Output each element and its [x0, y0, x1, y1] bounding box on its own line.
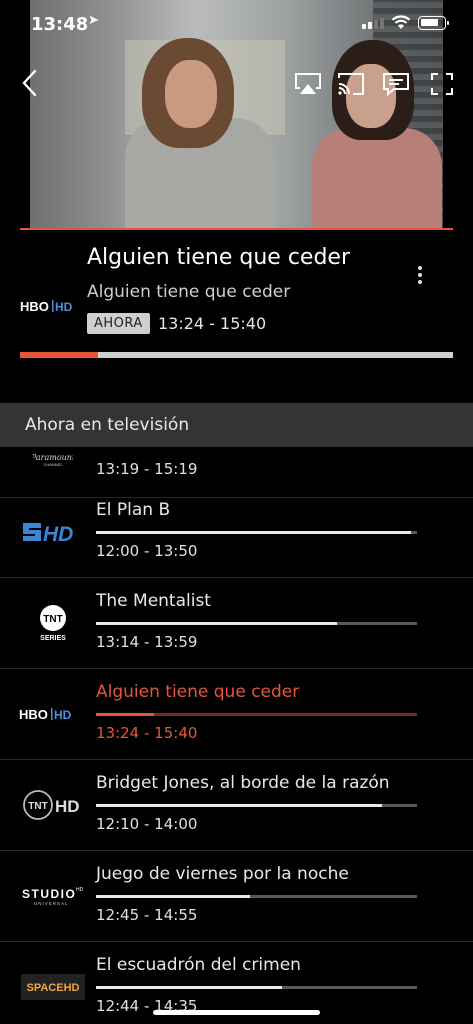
section-title: Ahora en televisión — [25, 415, 190, 435]
program-time: 13:19 - 15:19 — [96, 460, 198, 478]
now-playing-progress — [20, 352, 453, 358]
tnt-hd-logo: TNT HD — [23, 790, 80, 820]
video-progress-line — [20, 228, 453, 230]
program-time: 13:14 - 13:59 — [96, 633, 198, 651]
channel-logo-tnt-series: TNT SERIES — [18, 602, 88, 644]
channel-logo-shd: HD — [18, 511, 88, 553]
program-progress-fill — [96, 804, 382, 807]
program-time: 13:24 - 15:40 — [96, 724, 198, 742]
channel-logo-paramount: Paramount CHANNEL — [18, 447, 88, 481]
program-progress — [96, 713, 417, 716]
program-progress — [96, 895, 417, 898]
channel-row[interactable]: TNT HD Bridget Jones, al borde de la raz… — [0, 760, 473, 851]
cast-icon — [338, 73, 364, 95]
video-scene-person — [312, 128, 442, 230]
status-time: 13:48 — [31, 14, 89, 35]
channel-logo-studio-universal: STUDIO HD UNIVERSAL — [18, 875, 88, 917]
cellular-signal-icon — [362, 18, 384, 29]
channel-list[interactable]: Paramount CHANNEL 13:19 - 15:19 HD El Pl… — [0, 447, 473, 1024]
space-hd-logo: SPACEHD — [21, 974, 85, 1000]
svg-text:CHANNEL: CHANNEL — [43, 462, 63, 467]
svg-text:UNIVERSAL: UNIVERSAL — [34, 901, 69, 906]
program-title: Juego de viernes por la noche — [96, 864, 349, 884]
studio-universal-logo: STUDIO HD UNIVERSAL — [22, 887, 84, 906]
channel-row[interactable]: STUDIO HD UNIVERSAL Juego de viernes por… — [0, 851, 473, 942]
shd-logo: HD — [23, 523, 73, 545]
fullscreen-icon — [431, 73, 453, 95]
svg-text:SPACEHD: SPACEHD — [27, 982, 80, 994]
channel-logo-tnt-hd: TNT HD — [18, 784, 88, 826]
svg-text:HD: HD — [54, 708, 72, 721]
program-title: Bridget Jones, al borde de la razón — [96, 773, 390, 793]
subtitles-button[interactable] — [380, 70, 412, 98]
svg-text:HBO: HBO — [20, 299, 49, 313]
program-progress-fill — [96, 895, 251, 898]
program-progress — [96, 622, 417, 625]
program-title: Alguien tiene que ceder — [96, 682, 300, 702]
back-button[interactable] — [14, 66, 44, 100]
svg-text:TNT: TNT — [28, 801, 47, 812]
program-progress-fill — [96, 622, 337, 625]
hbo-hd-logo: HBO HD — [19, 707, 72, 721]
paramount-channel-logo: Paramount CHANNEL — [33, 453, 73, 467]
svg-text:Paramount: Paramount — [33, 453, 73, 462]
subtitles-icon — [383, 73, 409, 96]
location-icon: ➤ — [88, 13, 99, 28]
fullscreen-button[interactable] — [428, 70, 456, 98]
now-playing-progress-fill — [20, 352, 98, 358]
now-playing-channel-logo: HBO HD — [20, 296, 76, 316]
status-bar: 13:48 ➤ — [0, 0, 473, 48]
channel-logo-hbo-hd: HBO HD — [18, 693, 88, 735]
program-title: The Mentalist — [96, 591, 211, 611]
svg-text:HD: HD — [55, 797, 80, 816]
program-progress — [96, 531, 417, 534]
channel-logo-space-hd: SPACEHD — [18, 966, 88, 1008]
more-options-button[interactable] — [410, 262, 430, 288]
channel-row-active[interactable]: HBO HD Alguien tiene que ceder 13:24 - 1… — [0, 669, 473, 760]
more-vertical-icon — [418, 266, 422, 270]
wifi-icon — [391, 15, 411, 29]
program-progress — [96, 986, 417, 989]
now-playing-title: Alguien tiene que ceder — [87, 245, 351, 270]
svg-text:HD: HD — [76, 887, 84, 893]
svg-text:STUDIO: STUDIO — [22, 887, 76, 901]
svg-text:TNT: TNT — [43, 614, 62, 625]
channel-row[interactable]: HD El Plan B 12:00 - 13:50 — [0, 487, 473, 578]
channel-row[interactable]: TNT SERIES The Mentalist 13:14 - 13:59 — [0, 578, 473, 669]
program-progress-fill — [96, 531, 411, 534]
now-playing-subtitle: Alguien tiene que ceder — [87, 282, 291, 302]
program-time: 12:10 - 14:00 — [96, 815, 198, 833]
program-title: El escuadrón del crimen — [96, 955, 301, 975]
video-scene-person-face — [165, 60, 217, 128]
airplay-icon — [295, 73, 321, 94]
section-header: Ahora en televisión — [0, 403, 473, 447]
svg-text:HBO: HBO — [19, 707, 48, 721]
airplay-button[interactable] — [292, 70, 324, 98]
svg-text:HD: HD — [43, 523, 73, 545]
program-time: 12:45 - 14:55 — [96, 906, 198, 924]
svg-text:SERIES: SERIES — [40, 635, 66, 642]
program-progress — [96, 804, 417, 807]
program-progress-fill — [96, 986, 283, 989]
svg-text:HD: HD — [55, 300, 73, 313]
cast-button[interactable] — [335, 70, 367, 98]
live-badge: AHORA — [87, 313, 150, 334]
tnt-series-logo: TNT SERIES — [40, 605, 66, 642]
program-time: 12:00 - 13:50 — [96, 542, 198, 560]
chevron-left-icon — [22, 69, 37, 97]
hbo-hd-logo: HBO HD — [20, 299, 73, 313]
program-progress-fill — [96, 713, 154, 716]
battery-icon — [418, 16, 449, 30]
now-playing-time: 13:24 - 15:40 — [158, 314, 267, 333]
program-title: El Plan B — [96, 500, 171, 520]
home-indicator[interactable] — [153, 1010, 320, 1015]
